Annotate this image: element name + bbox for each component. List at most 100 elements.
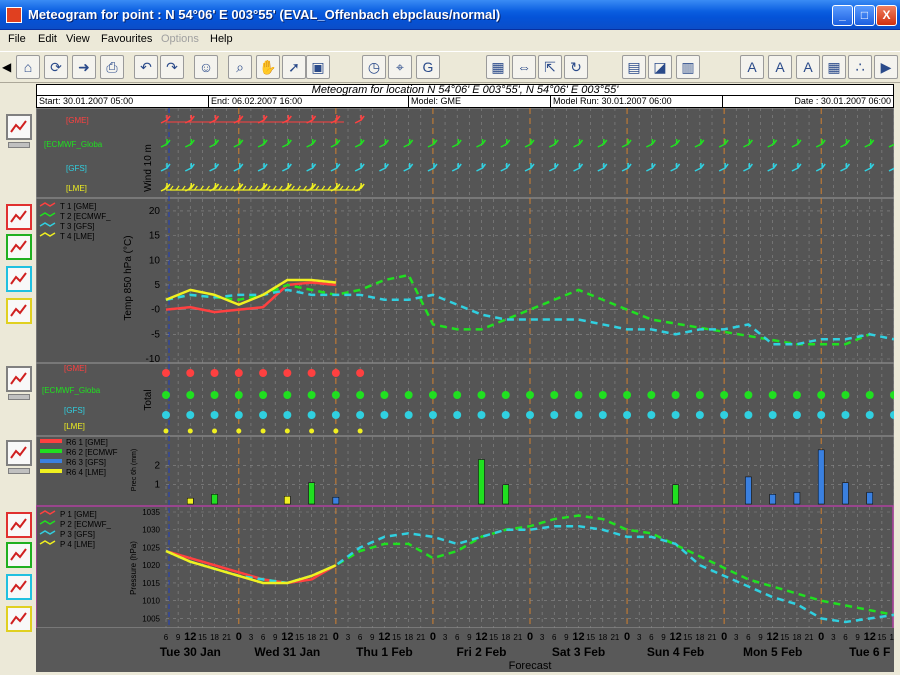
menu-file[interactable]: File (8, 33, 26, 45)
panel-toggle[interactable] (8, 142, 30, 148)
redo-icon[interactable]: ↷ (160, 55, 184, 79)
temp-gme-button[interactable] (6, 204, 32, 230)
cloud-symbol (792, 411, 801, 419)
application-window: Meteogram for point : N 54°06' E 003°55'… (0, 0, 900, 675)
station-icon[interactable]: ⌖ (388, 55, 412, 79)
xaxis-label: Forecast (509, 660, 552, 672)
select-icon[interactable]: ▣ (306, 55, 330, 79)
undo-icon[interactable]: ↶ (134, 55, 158, 79)
gme-icon[interactable]: G (416, 55, 440, 79)
app-icon (6, 7, 22, 23)
chart-left-icon[interactable]: ▤ (622, 55, 646, 79)
wind-panel-button[interactable] (6, 114, 32, 140)
menu-help[interactable]: Help (210, 33, 233, 45)
menu-edit[interactable]: Edit (38, 33, 57, 45)
home-icon[interactable]: ⌂ (16, 55, 40, 79)
pressure-gme-button[interactable] (6, 512, 32, 538)
clock-icon[interactable]: ◷ (362, 55, 386, 79)
pressure-gfs-button[interactable] (6, 574, 32, 600)
hand-pan-icon[interactable]: ✋ (256, 55, 280, 79)
hour-tick: 9 (564, 633, 569, 642)
panel-toggle[interactable] (8, 468, 30, 474)
cloud-symbol (768, 411, 777, 419)
cloud-symbol (283, 411, 292, 419)
pressure-ytick: 1005 (142, 614, 160, 623)
dots-icon[interactable]: ∴ (848, 55, 872, 79)
arrows-icon[interactable]: ⇔ (512, 55, 536, 79)
refresh-icon[interactable]: ⟳ (44, 55, 68, 79)
font-minus-icon[interactable]: A (768, 55, 792, 79)
expand-icon[interactable]: ⇱ (538, 55, 562, 79)
grid-icon[interactable]: ▦ (486, 55, 510, 79)
precip-ylabel: Prec 6h (mm) (131, 449, 138, 491)
cloud-symbol (210, 411, 219, 419)
pressure-ecmwf-button[interactable] (6, 542, 32, 568)
wind-series-label: [LME] (66, 184, 87, 193)
cloud-symbol (550, 411, 559, 419)
day-label: Sun 4 Feb (647, 645, 704, 659)
meteogram-plot[interactable]: Wind 10 m [GME] [ECMWF_Globa [GFS] [LME] Temp… (36, 108, 894, 672)
zoom-icon[interactable]: ⌕ (228, 55, 252, 79)
temp-ecmwf-button[interactable] (6, 234, 32, 260)
menu-view[interactable]: View (66, 33, 90, 45)
font-plus-icon[interactable]: A (740, 55, 764, 79)
day-label: Tue 30 Jan (160, 645, 221, 659)
temp-lme-button[interactable] (6, 298, 32, 324)
cloud-symbol (574, 411, 583, 419)
cloud-symbol (720, 411, 729, 419)
model-label: Model: GME (409, 96, 551, 107)
hour-tick: 0 (333, 631, 339, 643)
minimize-button[interactable]: _ (832, 5, 853, 26)
hour-tick: 0 (818, 631, 824, 643)
temp-ytick: -5 (151, 329, 160, 340)
hour-tick: 18 (307, 633, 316, 642)
layers-icon[interactable]: ▥ (676, 55, 700, 79)
color-font-icon[interactable]: A (796, 55, 820, 79)
forward-icon[interactable]: ➜ (72, 55, 96, 79)
vertical-scrollbar[interactable] (894, 84, 900, 672)
cloud-symbol (598, 391, 607, 399)
hour-tick: 3 (831, 633, 836, 642)
cloud-symbol (162, 411, 170, 419)
temp-gfs-button[interactable] (6, 266, 32, 292)
panel-toggle[interactable] (8, 394, 30, 400)
chart-icon[interactable]: ◪ (648, 55, 672, 79)
hour-tick: 15 (295, 633, 304, 642)
cloud-symbol (404, 411, 413, 419)
pressure-ytick: 1025 (142, 543, 160, 552)
cloud-series-label: [GME] (64, 364, 87, 373)
hour-tick: 12 (864, 631, 876, 643)
cloud-symbol (284, 428, 290, 434)
cloud-symbol (817, 391, 826, 399)
cycle-icon[interactable]: ↻ (564, 55, 588, 79)
hour-tick: 3 (540, 633, 545, 642)
model-run-label: Model Run: 30.01.2007 06:00 (551, 96, 723, 107)
hour-tick: 3 (346, 633, 351, 642)
print-icon[interactable]: ⎙ (100, 55, 124, 79)
cloud-symbol (792, 391, 801, 399)
day-label: Tue 6 F (849, 645, 890, 659)
more-icon[interactable]: ▶ (874, 55, 898, 79)
start-label: Start: 30.01.2007 05:00 (37, 96, 209, 107)
cloud-panel-button[interactable] (6, 366, 32, 392)
pointer-icon[interactable]: ➚ (282, 55, 306, 79)
precip-panel (36, 435, 894, 507)
table-icon[interactable]: ▦ (822, 55, 846, 79)
close-button[interactable]: X (876, 5, 897, 26)
hour-tick: 21 (805, 633, 814, 642)
menu-favourites[interactable]: Favourites (101, 33, 152, 45)
precip-panel-button[interactable] (6, 440, 32, 466)
pressure-lme-button[interactable] (6, 606, 32, 632)
cloud-symbol (259, 391, 268, 399)
menu-options[interactable]: Options (161, 33, 199, 45)
temp-ytick: 15 (149, 231, 161, 242)
cloud-symbol (526, 411, 534, 419)
toolbar-scroll-left-icon[interactable]: ◀ (2, 60, 11, 76)
person-icon[interactable]: ☺ (194, 55, 218, 79)
wind-series-label: [GME] (66, 116, 89, 125)
maximize-button[interactable]: □ (854, 5, 875, 26)
wind-ylabel: Wind 10 m (143, 144, 154, 192)
hour-tick: 6 (261, 633, 266, 642)
hour-tick: 15 (877, 633, 886, 642)
title-bar[interactable]: Meteogram for point : N 54°06' E 003°55'… (0, 0, 900, 30)
